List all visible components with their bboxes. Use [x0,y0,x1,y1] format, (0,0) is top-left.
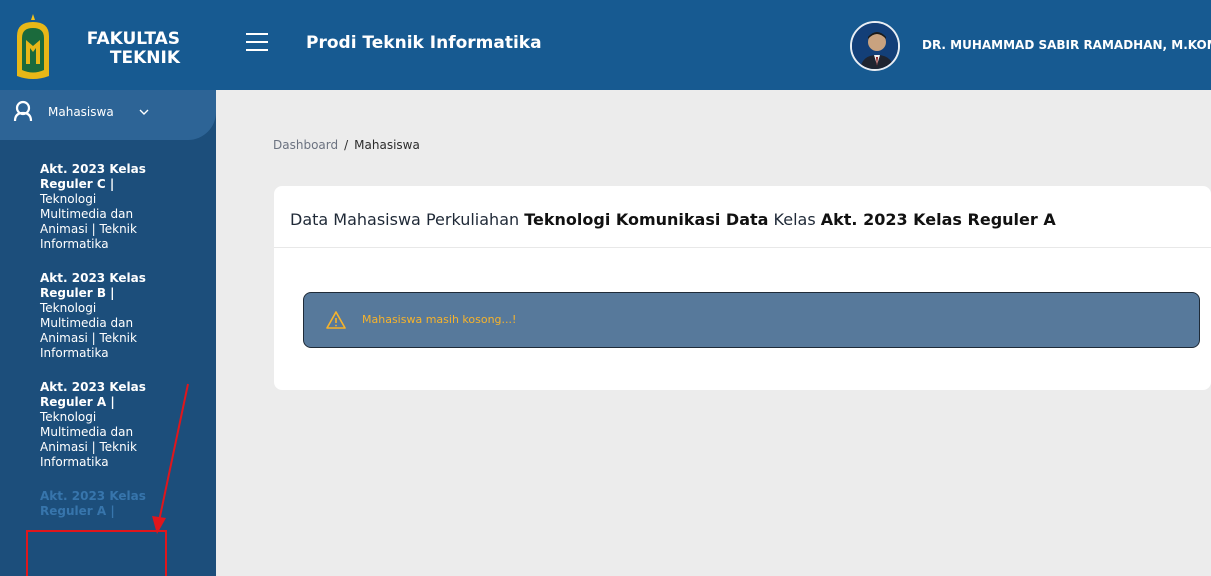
brand-line-1: FAKULTAS [86,29,180,49]
class-subtitle: Teknologi Multimedia dan Animasi | Tekni… [40,301,137,360]
class-title: Akt. 2023 Kelas Reguler B | [40,271,146,300]
breadcrumb: Dashboard / Mahasiswa [273,138,420,152]
faculty-logo-icon[interactable] [14,12,52,82]
breadcrumb-dashboard[interactable]: Dashboard [273,138,338,152]
class-subtitle: Teknologi Multimedia dan Animasi | Tekni… [40,192,137,251]
student-data-card: Data Mahasiswa Perkuliahan Teknologi Kom… [274,186,1211,390]
title-prefix: Data Mahasiswa Perkuliahan [290,210,525,229]
chevron-down-icon [139,109,149,115]
sidebar: Mahasiswa Akt. 2023 Kelas Reguler C | Te… [0,90,216,576]
card-title: Data Mahasiswa Perkuliahan Teknologi Kom… [290,210,1056,229]
user-icon [13,100,33,122]
class-list: Akt. 2023 Kelas Reguler C | Teknologi Mu… [0,162,216,538]
breadcrumb-separator: / [344,138,349,152]
class-subtitle: Teknologi Multimedia dan Animasi | Tekni… [40,410,137,469]
course-name: Teknologi Komunikasi Data [524,210,769,229]
top-header: FAKULTAS TEKNIK Prodi Teknik Informatika… [0,0,1211,90]
hamburger-icon[interactable] [246,33,268,55]
sidebar-item-reguler-a-active[interactable]: Akt. 2023 Kelas Reguler A | [0,489,216,519]
class-title: Akt. 2023 Kelas Reguler A | [40,489,146,518]
app-title: Prodi Teknik Informatika [306,33,542,53]
user-name[interactable]: DR. MUHAMMAD SABIR RAMADHAN, M.KOM. [922,38,1211,52]
empty-alert: Mahasiswa masih kosong...! [303,292,1200,348]
sidebar-item-reguler-c[interactable]: Akt. 2023 Kelas Reguler C | Teknologi Mu… [0,162,216,252]
user-avatar[interactable] [850,21,900,71]
brand-line-2: TEKNIK [109,48,180,68]
person-photo-icon [852,23,898,69]
class-name: Akt. 2023 Kelas Reguler A [820,210,1056,229]
sidebar-item-reguler-a[interactable]: Akt. 2023 Kelas Reguler A | Teknologi Mu… [0,380,216,470]
main-content: Dashboard / Mahasiswa Data Mahasiswa Perku… [216,90,1211,576]
title-mid: Kelas [768,210,821,229]
sidebar-item-reguler-b[interactable]: Akt. 2023 Kelas Reguler B | Teknologi Mu… [0,271,216,361]
role-dropdown[interactable]: Mahasiswa [0,90,216,140]
class-title: Akt. 2023 Kelas Reguler A | [40,380,146,409]
breadcrumb-current: Mahasiswa [354,138,420,152]
alert-message: Mahasiswa masih kosong...! [362,313,517,326]
brand-title: FAKULTAS TEKNIK [80,30,180,68]
warning-icon [326,311,346,329]
role-label: Mahasiswa [48,105,114,119]
card-header: Data Mahasiswa Perkuliahan Teknologi Kom… [274,186,1211,248]
class-title: Akt. 2023 Kelas Reguler C | [40,162,146,191]
